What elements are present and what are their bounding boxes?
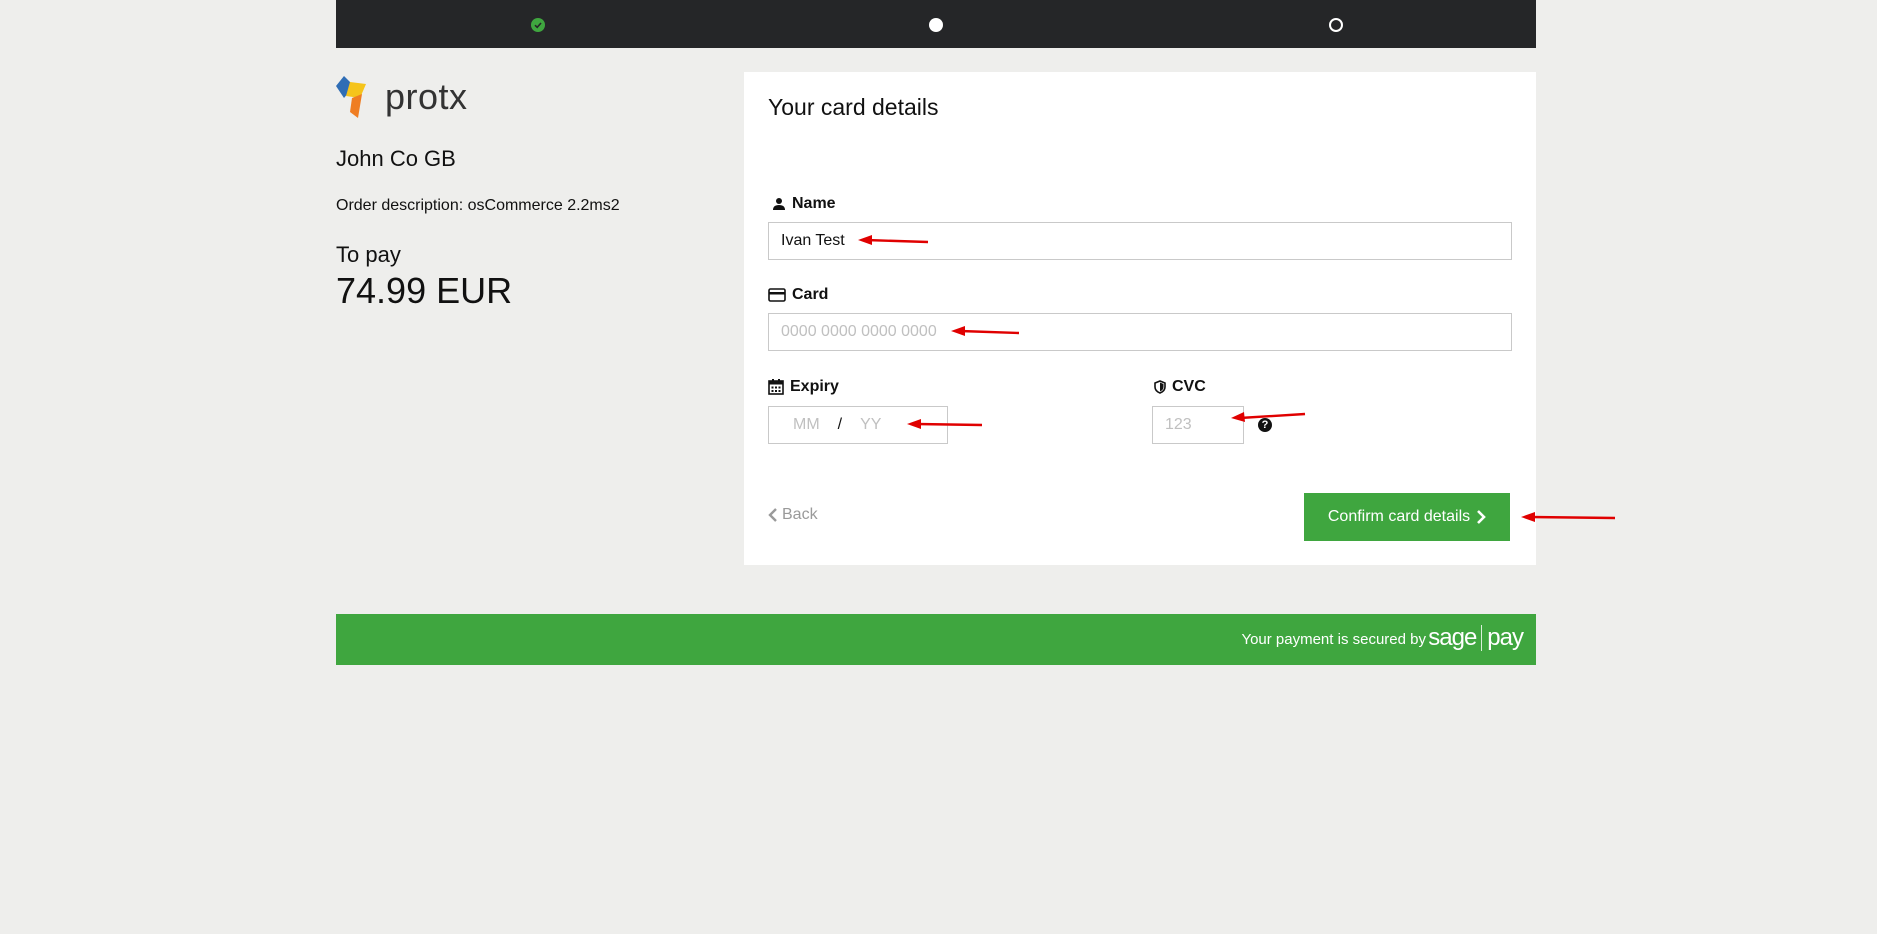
arrow-cvc	[1239, 412, 1306, 420]
arrow-confirm	[1529, 515, 1616, 520]
arrow-card	[959, 329, 1020, 335]
arrow-name	[865, 238, 929, 244]
annotation-arrows	[858, 235, 1616, 522]
arrow-expiry	[915, 422, 983, 427]
